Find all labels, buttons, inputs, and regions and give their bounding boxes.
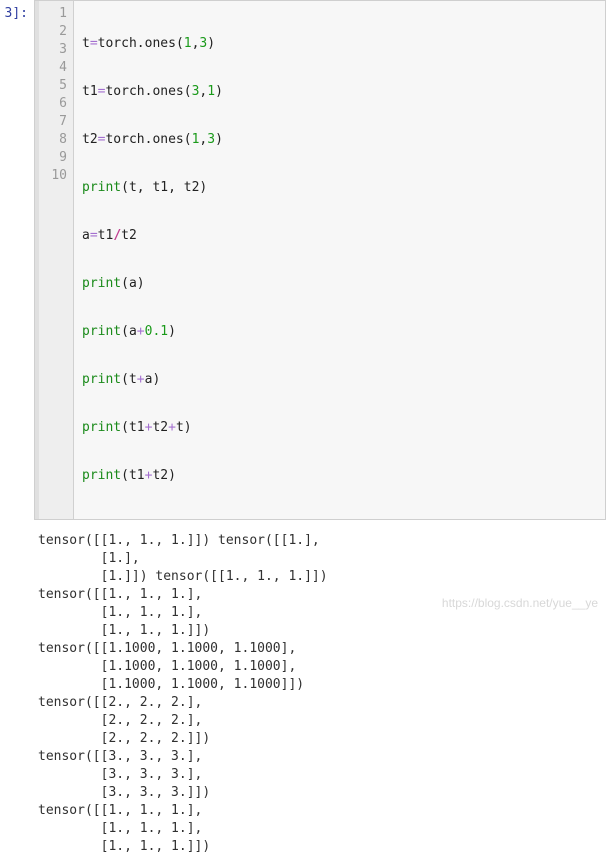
output-line: [1., 1., 1.]]) <box>38 839 210 854</box>
line-number: 1 <box>39 5 67 23</box>
code-line[interactable]: print(t1+t2+t) <box>82 419 223 437</box>
output-line: [2., 2., 2.]]) <box>38 731 210 746</box>
output-line: [1.]]) tensor([[1., 1., 1.]]) <box>38 569 328 584</box>
output-line: tensor([[1.1000, 1.1000, 1.1000], <box>38 641 296 656</box>
line-number: 10 <box>39 167 67 185</box>
output-line: [3., 3., 3.], <box>38 767 202 782</box>
input-cell: 3]: 1 2 3 4 5 6 7 8 9 10 t=torch.ones(1,… <box>0 0 606 520</box>
output-line: [1.], <box>38 551 140 566</box>
output-line: tensor([[1., 1., 1.], <box>38 587 202 602</box>
code-body[interactable]: t=torch.ones(1,3) t1=torch.ones(3,1) t2=… <box>73 1 231 519</box>
line-number: 6 <box>39 95 67 113</box>
code-line[interactable]: t=torch.ones(1,3) <box>82 35 223 53</box>
output-line: [1., 1., 1.], <box>38 821 202 836</box>
line-number-gutter: 1 2 3 4 5 6 7 8 9 10 <box>35 1 73 519</box>
output-line: [2., 2., 2.], <box>38 713 202 728</box>
code-editor[interactable]: 1 2 3 4 5 6 7 8 9 10 t=torch.ones(1,3) t… <box>34 0 606 520</box>
line-number: 3 <box>39 41 67 59</box>
code-line[interactable]: t1=torch.ones(3,1) <box>82 83 223 101</box>
output-line: tensor([[2., 2., 2.], <box>38 695 202 710</box>
output-line: [1., 1., 1.]]) <box>38 623 210 638</box>
line-number: 4 <box>39 59 67 77</box>
code-line[interactable]: print(a+0.1) <box>82 323 223 341</box>
code-line[interactable]: print(t+a) <box>82 371 223 389</box>
cell-prompt: 3]: <box>0 0 28 21</box>
output-line: tensor([[1., 1., 1.], <box>38 803 202 818</box>
code-line[interactable]: t2=torch.ones(1,3) <box>82 131 223 149</box>
line-number: 2 <box>39 23 67 41</box>
code-line[interactable]: print(t1+t2) <box>82 467 223 485</box>
output-line: [3., 3., 3.]]) <box>38 785 210 800</box>
code-line[interactable]: print(t, t1, t2) <box>82 179 223 197</box>
watermark-text: https://blog.csdn.net/yue__ye <box>442 596 598 610</box>
output-line: [1.1000, 1.1000, 1.1000]]) <box>38 677 304 692</box>
code-line[interactable]: a=t1/t2 <box>82 227 223 245</box>
output-line: tensor([[1., 1., 1.]]) tensor([[1.], <box>38 533 320 548</box>
output-line: [1.1000, 1.1000, 1.1000], <box>38 659 296 674</box>
output-line: tensor([[3., 3., 3.], <box>38 749 202 764</box>
line-number: 5 <box>39 77 67 95</box>
line-number: 8 <box>39 131 67 149</box>
code-line[interactable]: print(a) <box>82 275 223 293</box>
line-number: 9 <box>39 149 67 167</box>
line-number: 7 <box>39 113 67 131</box>
output-area: tensor([[1., 1., 1.]]) tensor([[1.], [1.… <box>34 520 606 856</box>
output-line: [1., 1., 1.], <box>38 605 202 620</box>
